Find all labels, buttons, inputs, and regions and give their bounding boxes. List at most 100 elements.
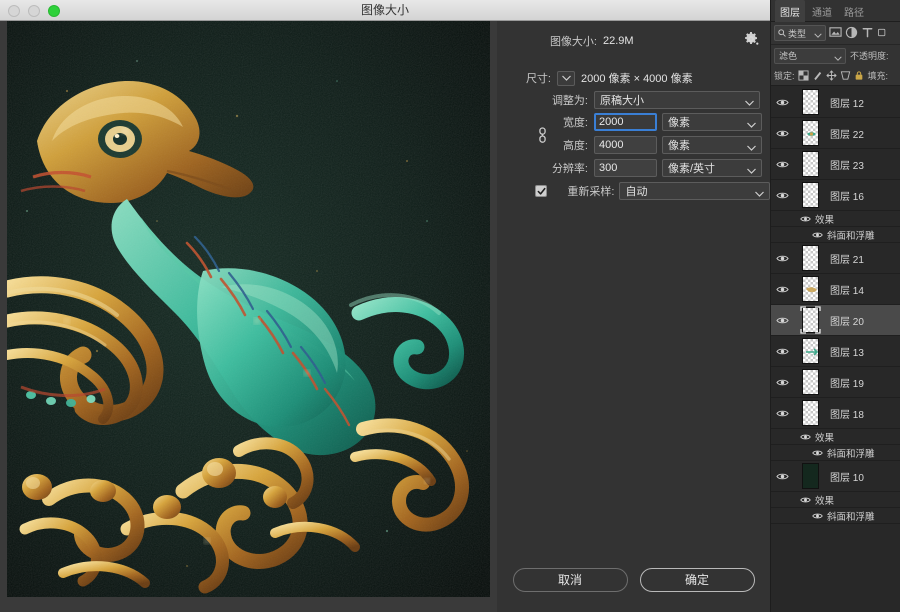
eye-icon[interactable] <box>771 472 794 481</box>
layer-row[interactable]: 图层 19 <box>771 367 900 398</box>
filter-kind-select[interactable]: 类型 <box>774 25 826 41</box>
layer-list[interactable]: 图层 12 图层 22 图层 23 图层 16 效果 斜面和浮雕 图层 21 图… <box>771 87 900 612</box>
layer-filter-row: 类型 <box>771 22 900 45</box>
layer-thumbnail[interactable] <box>794 151 826 177</box>
eye-icon[interactable] <box>771 409 794 418</box>
layer-effects-group[interactable]: 效果 <box>771 429 900 445</box>
window-controls <box>8 0 60 21</box>
layer-effect-item[interactable]: 斜面和浮雕 <box>771 508 900 524</box>
layer-effects-group[interactable]: 效果 <box>771 211 900 227</box>
layer-name: 图层 23 <box>830 160 864 172</box>
layer-row[interactable]: 图层 22 <box>771 118 900 149</box>
layer-row[interactable]: 图层 18 <box>771 398 900 429</box>
panel-tabs: 图层 通道 路径 <box>771 0 900 22</box>
layer-thumbnail[interactable] <box>794 338 826 364</box>
layer-thumbnail[interactable] <box>794 305 826 335</box>
eye-icon[interactable] <box>771 160 794 169</box>
layer-thumbnail[interactable] <box>794 120 826 146</box>
resample-select[interactable]: 自动 <box>619 182 770 200</box>
lock-artboard-icon[interactable] <box>840 70 851 82</box>
layer-thumbnail[interactable] <box>794 182 826 208</box>
eye-icon[interactable] <box>771 129 794 138</box>
adjustment-layer-filter-icon[interactable] <box>845 26 858 40</box>
layer-row[interactable]: 图层 12 <box>771 87 900 118</box>
height-label: 高度: <box>562 140 588 152</box>
layer-row[interactable]: 图层 13 <box>771 336 900 367</box>
layer-effect-item[interactable]: 斜面和浮雕 <box>771 227 900 243</box>
resolution-unit-select[interactable]: 像素/英寸 <box>662 159 762 177</box>
layer-row[interactable]: 图层 23 <box>771 149 900 180</box>
layer-row[interactable]: 图层 16 <box>771 180 900 211</box>
resample-row: 重新采样: 自动 <box>497 182 770 200</box>
photoshop-window: 图像大小 图像大小: 22.9M 尺寸: 2000 像素 × 4000 像素 调… <box>0 0 900 612</box>
blend-mode-select[interactable]: 滤色 <box>774 47 846 64</box>
eye-icon[interactable] <box>771 254 794 263</box>
close-button[interactable] <box>8 4 20 17</box>
layer-thumbnail[interactable] <box>794 400 826 426</box>
zoom-button[interactable] <box>48 4 60 17</box>
layer-effect-item[interactable]: 斜面和浮雕 <box>771 445 900 461</box>
lock-transparent-pixels-icon[interactable] <box>797 69 809 82</box>
gear-icon[interactable] <box>743 31 759 47</box>
resample-value: 自动 <box>625 186 648 198</box>
width-unit-value: 像素 <box>668 117 690 129</box>
window-titlebar: 图像大小 <box>0 0 770 21</box>
image-size-dialog: 图像大小: 22.9M 尺寸: 2000 像素 × 4000 像素 调整为: 原… <box>497 21 770 612</box>
resolution-row: 分辨率: 像素/英寸 <box>497 159 770 177</box>
layer-row[interactable]: 图层 14 <box>771 274 900 305</box>
eye-icon[interactable] <box>810 231 824 239</box>
height-unit-select[interactable]: 像素 <box>662 136 762 154</box>
effects-label: 效果 <box>815 495 835 507</box>
eye-icon[interactable] <box>771 316 794 325</box>
eye-icon[interactable] <box>771 285 794 294</box>
eye-icon[interactable] <box>798 215 812 223</box>
search-icon <box>778 29 786 37</box>
height-input[interactable] <box>594 136 657 154</box>
ok-button[interactable]: 确定 <box>639 568 755 592</box>
eye-icon[interactable] <box>771 98 794 107</box>
resample-checkbox[interactable] <box>535 185 547 197</box>
filter-kind-label: 类型 <box>788 28 807 39</box>
lock-all-icon[interactable] <box>854 70 865 82</box>
effect-name: 斜面和浮雕 <box>827 511 875 523</box>
layer-thumbnail[interactable] <box>794 369 826 395</box>
width-input[interactable] <box>594 113 657 131</box>
shape-layer-filter-icon[interactable] <box>877 26 890 40</box>
resolution-input[interactable] <box>594 159 657 177</box>
layer-thumbnail[interactable] <box>794 463 826 489</box>
layer-name: 图层 18 <box>830 409 864 421</box>
file-size-value: 22.9M <box>603 35 634 47</box>
eye-icon[interactable] <box>771 347 794 356</box>
eye-icon[interactable] <box>798 433 812 441</box>
tab-paths[interactable]: 路径 <box>839 0 869 22</box>
layer-row[interactable]: 图层 21 <box>771 243 900 274</box>
dimensions-units-dropdown[interactable] <box>557 70 575 86</box>
eye-icon[interactable] <box>810 512 824 520</box>
layer-thumbnail[interactable] <box>794 276 826 302</box>
lock-position-icon[interactable] <box>825 69 837 82</box>
dialog-buttons: 取消 确定 <box>497 568 770 592</box>
eye-icon[interactable] <box>810 449 824 457</box>
type-layer-filter-icon[interactable] <box>861 26 874 40</box>
cancel-button[interactable]: 取消 <box>512 568 628 592</box>
window-title: 图像大小 <box>360 2 409 17</box>
eye-icon[interactable] <box>771 191 794 200</box>
layer-effects-group[interactable]: 效果 <box>771 492 900 508</box>
pixel-layer-filter-icon[interactable] <box>829 26 842 40</box>
tab-layers[interactable]: 图层 <box>775 0 805 22</box>
lock-image-pixels-icon[interactable] <box>812 70 823 82</box>
eye-icon[interactable] <box>771 378 794 387</box>
width-unit-select[interactable]: 像素 <box>662 113 762 131</box>
height-row: 高度: 像素 <box>497 136 770 154</box>
fit-to-select[interactable]: 原稿大小 <box>594 91 760 109</box>
tab-channels[interactable]: 通道 <box>807 0 837 22</box>
minimize-button[interactable] <box>28 4 40 17</box>
layer-thumbnail[interactable] <box>794 89 826 115</box>
layer-row-selected[interactable]: 图层 20 <box>771 305 900 336</box>
width-label: 宽度: <box>562 117 588 129</box>
eye-icon[interactable] <box>798 496 812 504</box>
layer-row[interactable]: 图层 10 <box>771 461 900 492</box>
layer-thumbnail[interactable] <box>794 245 826 271</box>
layer-name: 图层 19 <box>830 378 864 390</box>
fill-label: 填充: <box>867 71 889 81</box>
